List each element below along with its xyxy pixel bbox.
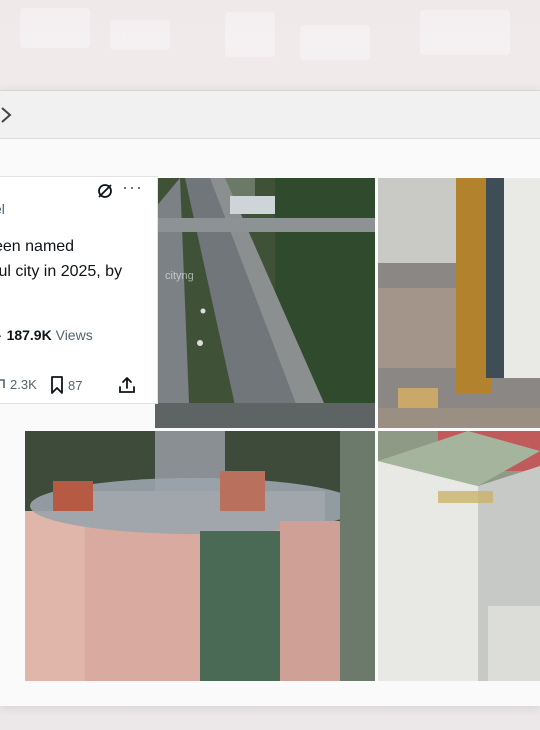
repost-icon [0,379,5,388]
share-button[interactable] [118,376,136,394]
grok-slash-circle-icon[interactable] [96,182,114,200]
background-tile [420,10,510,55]
tweet-card[interactable]: ··· el een named ful city in 2025, by · … [0,176,158,404]
background-tile [300,25,370,60]
bookmark-button[interactable]: 87 [50,376,82,394]
share-icon [119,377,135,393]
tweet-text-line: ful city in 2025, by [0,263,123,280]
bookmark-count: 87 [68,377,83,393]
tweet-actions: 2.3K 87 [0,376,148,396]
highway-overpass-photo[interactable]: cityng [155,178,375,428]
office-illustration [378,431,540,681]
more-dots-icon[interactable]: ··· [122,178,143,196]
bookmark-icon [51,376,63,394]
background-tile [225,12,275,57]
tweet-text-line: een named [0,238,75,255]
tweet-stats: · 187.9K Views [0,327,93,343]
circular-rooftop-complex-photo[interactable] [25,431,375,681]
complex-illustration [25,431,375,681]
office-block-aerial-photo[interactable] [378,431,540,681]
background-tile [20,8,90,48]
browser-toolbar [0,91,540,139]
repost-button[interactable]: 2.3K [0,376,37,392]
photo-watermark: cityng [165,270,194,282]
background-tile [110,20,170,50]
repost-count: 2.3K [10,376,37,392]
chevron-right-icon[interactable] [0,105,16,125]
views-label: Views [55,327,93,343]
tweet-text: een named ful city in 2025, by [0,234,122,284]
gold-glass-tower-photo[interactable] [378,178,540,428]
views-count: 187.9K [6,327,52,343]
author-handle[interactable]: el [0,201,5,217]
tower-illustration [378,178,540,428]
highway-illustration [155,178,375,428]
stats-separator: · [0,327,3,343]
